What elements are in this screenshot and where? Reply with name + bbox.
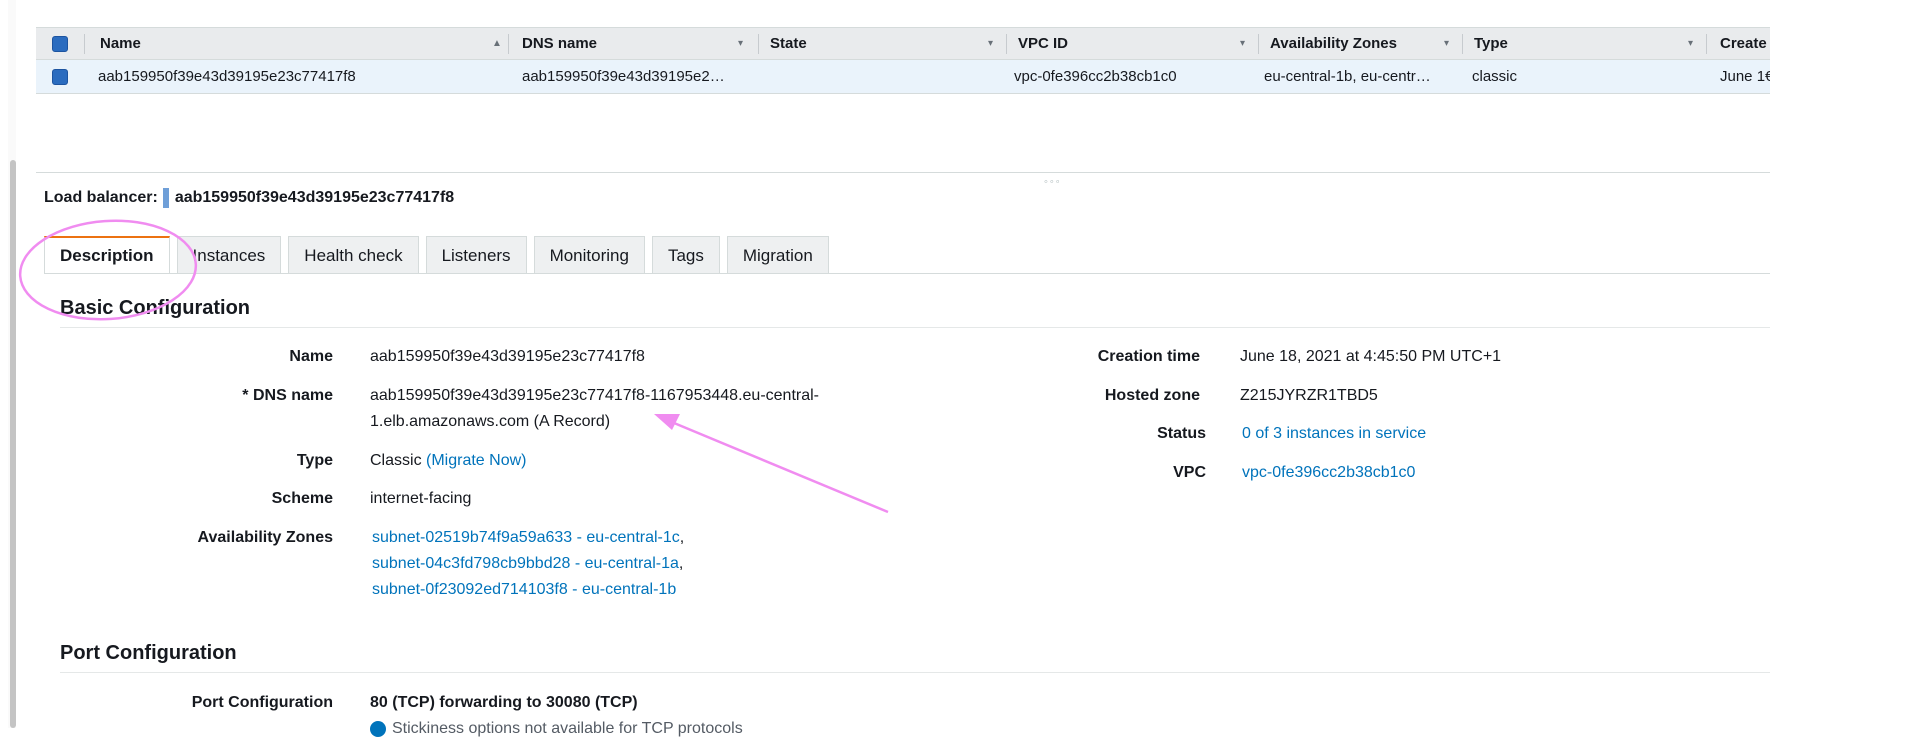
load-balancer-heading: Load balancer: aab159950f39e43d39195e23c… (44, 188, 454, 208)
type-label: Type (296, 452, 333, 469)
tab-description[interactable]: Description (44, 236, 170, 274)
basic-config-title: Basic Configuration (60, 297, 251, 319)
subnet-link[interactable]: subnet-0f23092ed714103f8 - eu-central-1b (372, 581, 676, 598)
col-dns-name[interactable]: DNS name (522, 28, 597, 59)
col-state[interactable]: State (770, 28, 807, 59)
detail-tabs: Description Instances Health check Liste… (44, 236, 829, 274)
col-availability-zones[interactable]: Availability Zones (1270, 28, 1397, 59)
load-balancer-label: Load balancer: (44, 189, 158, 206)
status-link[interactable]: 0 of 3 instances in service (1242, 425, 1426, 443)
sort-icon-dns[interactable]: ▾ (738, 28, 743, 59)
col-name[interactable]: Name (100, 28, 141, 59)
tab-monitoring[interactable]: Monitoring (533, 236, 645, 274)
creation-time-label: Creation time (1097, 348, 1200, 365)
subnet-link[interactable]: subnet-04c3fd798cb9bbd28 - eu-central-1a (372, 555, 679, 572)
tab-listeners[interactable]: Listeners (425, 236, 527, 274)
port-config-divider (60, 672, 1770, 673)
dns-name-line1: aab159950f39e43d39195e23c77417f8-1167953… (370, 387, 819, 404)
info-icon (370, 720, 386, 737)
tab-health-check[interactable]: Health check (288, 236, 419, 274)
availability-zones-label: Availability Zones (197, 529, 333, 546)
creation-time-value: June 18, 2021 at 4:45:50 PM UTC+1 (1240, 348, 1502, 365)
hosted-zone-label: Hosted zone (1104, 387, 1200, 404)
name-label: Name (289, 348, 333, 365)
scheme-value: internet-facing (370, 490, 472, 507)
scrollbar-thumb[interactable] (10, 160, 16, 728)
annotation-overlay (18, 219, 889, 514)
sort-icon-state[interactable]: ▾ (988, 28, 993, 59)
port-config-note: Stickiness options not available for TCP… (370, 720, 743, 738)
sort-icon-type[interactable]: ▾ (1688, 28, 1693, 59)
tab-migration[interactable]: Migration (726, 236, 829, 274)
az-item: subnet-02519b74f9a59a633 - eu-central-1c… (372, 529, 685, 546)
tab-instances[interactable]: Instances (176, 236, 282, 274)
status-label: Status (1157, 425, 1206, 442)
row-vpc-id: vpc-0fe396cc2b38cb1c0 (1014, 68, 1177, 85)
az-item: subnet-0f23092ed714103f8 - eu-central-1b (372, 581, 676, 599)
load-balancer-table: Name ▲ DNS name ▾ State ▾ VPC ID ▾ Avail… (36, 27, 1770, 94)
arrow-head-icon (654, 414, 680, 430)
hosted-zone-value: Z215JYRZR1TBD5 (1240, 387, 1378, 404)
load-balancer-name: aab159950f39e43d39195e23c77417f8 (174, 189, 455, 206)
stickiness-note: Stickiness options not available for TCP… (392, 720, 743, 737)
sort-icon-vpc[interactable]: ▾ (1240, 28, 1245, 59)
col-created[interactable]: Create (1720, 28, 1770, 59)
az-item: subnet-04c3fd798cb9bbd28 - eu-central-1a… (372, 555, 684, 572)
row-name: aab159950f39e43d39195e23c77417f8 (98, 68, 356, 85)
type-value: Classic (370, 452, 422, 469)
selection-bar-icon (162, 188, 169, 208)
basic-config-divider (60, 327, 1770, 328)
panel-divider (36, 172, 1770, 173)
type-value-wrap: Classic (Migrate Now) (370, 452, 526, 470)
sort-icon-az[interactable]: ▾ (1444, 28, 1449, 59)
tab-tags[interactable]: Tags (651, 236, 720, 274)
select-all-checkbox[interactable] (52, 28, 68, 59)
row-type: classic (1472, 68, 1518, 85)
port-config-title: Port Configuration (60, 642, 237, 664)
vpc-label: VPC (1173, 464, 1206, 481)
table-row[interactable]: aab159950f39e43d39195e23c77417f8 aab1599… (36, 60, 1770, 94)
dns-name-line2: 1.elb.amazonaws.com (A Record) (370, 413, 611, 430)
row-checkbox[interactable] (52, 60, 68, 93)
row-created: June 1€ (1720, 68, 1770, 85)
migrate-now-link[interactable]: (Migrate Now) (426, 452, 526, 469)
scheme-label: Scheme (271, 490, 333, 507)
row-availability-zones: eu-central-1b, eu-centr… (1264, 68, 1431, 85)
table-header: Name ▲ DNS name ▾ State ▾ VPC ID ▾ Avail… (36, 27, 1770, 60)
name-value: aab159950f39e43d39195e23c77417f8 (370, 348, 645, 365)
arrow-annotation (661, 416, 889, 514)
col-vpc-id[interactable]: VPC ID (1018, 28, 1068, 59)
col-type[interactable]: Type (1474, 28, 1508, 59)
port-config-label: Port Configuration (191, 694, 333, 711)
row-dns-name: aab159950f39e43d39195e2… (522, 68, 725, 85)
subnet-link[interactable]: subnet-02519b74f9a59a633 - eu-central-1c (372, 529, 680, 546)
dns-name-label: * DNS name (242, 387, 333, 404)
vpc-link[interactable]: vpc-0fe396cc2b38cb1c0 (1242, 464, 1415, 482)
sort-asc-icon[interactable]: ▲ (492, 28, 502, 59)
resize-handle-icon[interactable]: ◦◦◦ (1044, 176, 1062, 188)
tabs-underline (44, 273, 1770, 274)
port-config-value: 80 (TCP) forwarding to 30080 (TCP) (370, 694, 638, 711)
